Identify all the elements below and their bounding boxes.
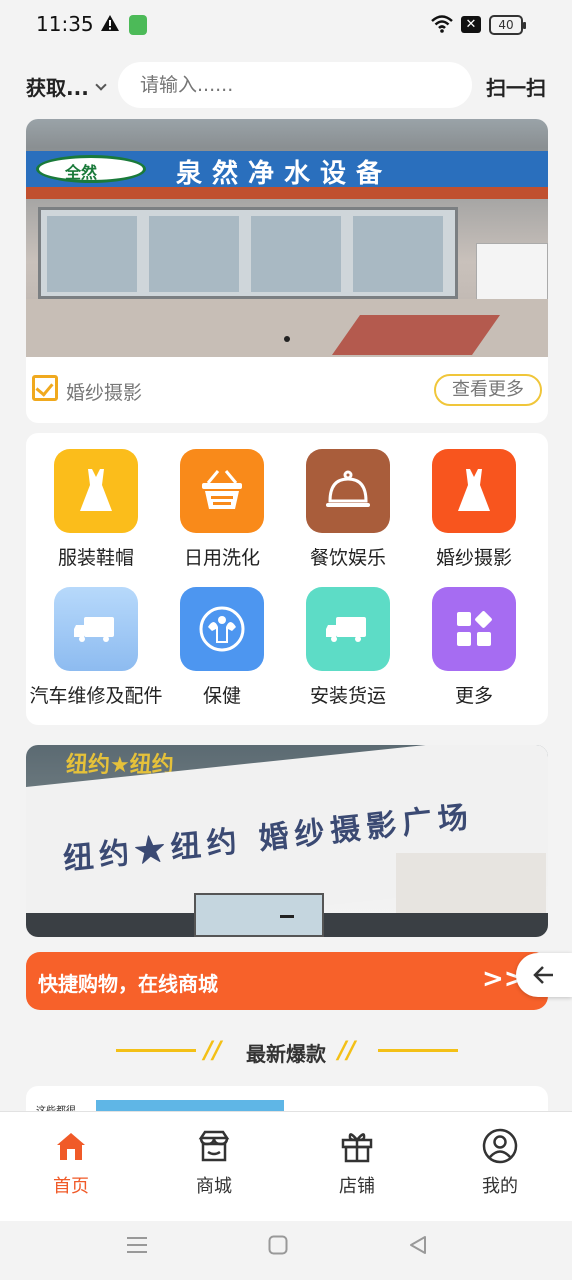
category-dining[interactable]: 餐饮娱乐 (278, 433, 418, 569)
warning-icon (101, 15, 119, 31)
category-auto-repair[interactable]: 汽车维修及配件 (26, 571, 166, 707)
truck-icon (74, 617, 114, 642)
store-sign-text: 泉然净水设备 (176, 159, 393, 189)
category-label: 日用洗化 (183, 547, 260, 569)
promo-text: 快捷购物，在线商城 (38, 972, 218, 996)
home-nav-icon[interactable] (268, 1235, 288, 1255)
store-logo: 全然 (36, 155, 146, 183)
view-more-button[interactable]: 查看更多 (434, 374, 542, 406)
category-label: 更多 (454, 685, 493, 707)
battery-indicator: 40 (489, 15, 526, 35)
dress-icon (80, 469, 112, 511)
search-input[interactable] (118, 62, 472, 108)
store-icon (198, 1130, 230, 1162)
storefront-window (38, 207, 458, 299)
basket-icon (202, 470, 242, 509)
category-label: 汽车维修及配件 (29, 685, 163, 707)
tab-profile[interactable]: 我的 (450, 1128, 550, 1198)
top-bar: 获取... 扫一扫 (0, 60, 572, 108)
truck-icon (326, 617, 366, 642)
category-clothing[interactable]: 服装鞋帽 (26, 433, 166, 569)
category-label: 餐饮娱乐 (309, 547, 386, 569)
dress-icon (458, 469, 490, 511)
category-label: 婚纱摄影 (435, 547, 512, 569)
banner-footer: 婚纱摄影 查看更多 (26, 357, 548, 423)
bottom-tab-bar: 首页 商城 店铺 我的 (0, 1111, 572, 1221)
cloche-icon (326, 470, 370, 507)
category-shipping[interactable]: 安装货运 (278, 571, 418, 707)
tab-label: 商城 (196, 1176, 232, 1197)
status-bar: 11:35 ✕ 40 (0, 0, 572, 50)
tab-stores[interactable]: 店铺 (307, 1128, 407, 1198)
location-label: 获取... (26, 76, 89, 100)
tab-label: 店铺 (339, 1176, 375, 1197)
banner-card: 全然 泉然净水设备 婚纱摄影 查看更多 (26, 119, 548, 423)
gift-icon (341, 1133, 373, 1163)
section-header: // 最新爆款 // (0, 1034, 572, 1070)
user-icon (482, 1128, 518, 1164)
arrow-left-icon (533, 966, 553, 984)
category-daily-care[interactable]: 日用洗化 (152, 433, 292, 569)
system-nav-bar (0, 1221, 572, 1280)
app-notification-icon (129, 15, 147, 35)
promo-banner-image[interactable]: 纽约★纽约 纽约★纽约 婚纱摄影广场 (26, 745, 548, 937)
category-label: 保健 (202, 685, 241, 707)
carousel-indicator (284, 336, 290, 342)
banner-category-label: 婚纱摄影 (66, 382, 143, 404)
back-arrow-button[interactable] (516, 953, 572, 997)
grid-icon (457, 611, 492, 646)
status-time: 11:35 (36, 12, 94, 36)
menu-icon[interactable] (126, 1235, 148, 1255)
close-notification-icon: ✕ (461, 16, 481, 33)
tab-home[interactable]: 首页 (21, 1128, 121, 1198)
scan-button[interactable]: 扫一扫 (486, 72, 546, 101)
location-selector[interactable]: 获取... (26, 72, 107, 101)
tab-label: 首页 (53, 1176, 89, 1197)
home-icon (57, 1133, 85, 1160)
store-sign: 全然 泉然净水设备 (26, 151, 548, 189)
fitness-icon (199, 606, 245, 652)
chevron-down-icon (95, 78, 107, 91)
category-grid: 服装鞋帽 日用洗化 餐饮娱乐 婚纱摄影 汽车维修及配件 保健 安装货运 更多 (26, 433, 548, 725)
banner-carousel[interactable]: 全然 泉然净水设备 (26, 119, 548, 357)
checklist-icon (32, 375, 58, 401)
back-nav-icon[interactable] (408, 1235, 428, 1255)
carousel-indicator (280, 915, 294, 918)
category-wedding-photo[interactable]: 婚纱摄影 (404, 433, 544, 569)
water-kiosk (476, 243, 548, 301)
tab-label: 我的 (482, 1176, 518, 1197)
category-more[interactable]: 更多 (404, 571, 544, 707)
tab-mall[interactable]: 商城 (164, 1128, 264, 1198)
wifi-icon (431, 15, 453, 33)
online-mall-bar[interactable]: 快捷购物，在线商城 >> (26, 952, 548, 1010)
category-health[interactable]: 保健 (152, 571, 292, 707)
category-label: 安装货运 (309, 685, 386, 707)
section-title: 最新爆款 (246, 1042, 326, 1066)
category-label: 服装鞋帽 (57, 547, 134, 569)
